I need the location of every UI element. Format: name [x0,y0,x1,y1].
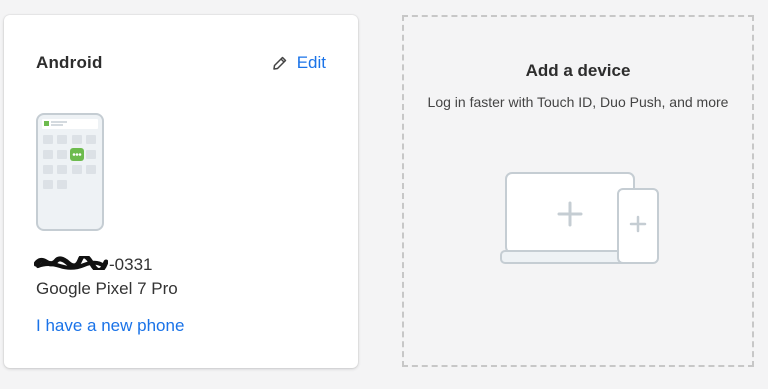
add-device-card[interactable]: Add a device Log in faster with Touch ID… [402,15,754,367]
edit-label: Edit [296,53,326,72]
phone-illustration [36,113,104,231]
new-phone-link[interactable]: I have a new phone [36,316,184,336]
device-model: Google Pixel 7 Pro [36,279,178,298]
add-device-description: Log in faster with Touch ID, Duo Push, a… [427,94,729,110]
device-platform-title: Android [36,53,103,72]
device-card: Android Edit -0331 Google Pixel 7 Pro I … [4,15,358,368]
phone-number-suffix: -0331 [109,255,153,274]
pencil-icon [272,56,286,70]
add-device-title: Add a device [525,61,631,80]
edit-device-button[interactable]: Edit [272,53,326,73]
add-device-illustration [500,172,659,264]
redaction-scribble [34,256,108,270]
